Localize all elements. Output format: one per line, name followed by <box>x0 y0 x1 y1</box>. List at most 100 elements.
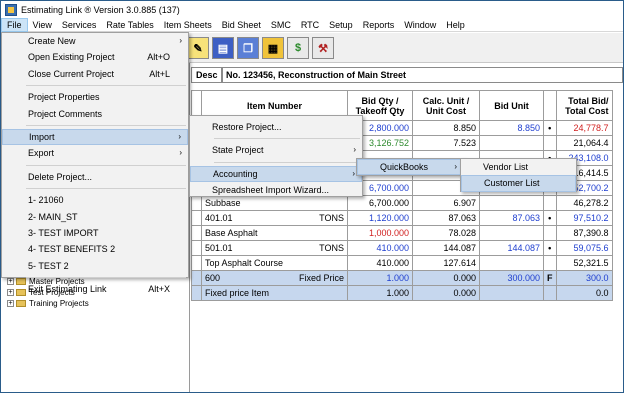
description-bar: Desc No. 123456, Reconstruction of Main … <box>191 67 623 83</box>
menu-item-recent-1[interactable]: 1- 21060 <box>2 192 188 208</box>
table-row[interactable]: 501.01 TONS 410.000 144.087 144.087 • 59,… <box>191 240 613 256</box>
row-selector[interactable] <box>191 210 202 226</box>
menu-item-state-project[interactable]: State Project › <box>190 142 362 158</box>
qty-cell[interactable]: 410.000 <box>347 255 413 271</box>
bid-unit-cell[interactable] <box>479 255 544 271</box>
menu-item-recent-4[interactable]: 4- TEST BENEFITS 2 <box>2 241 188 257</box>
menu-separator <box>26 277 186 279</box>
menu-item-recent-3[interactable]: 3- TEST IMPORT <box>2 225 188 241</box>
flag-cell[interactable] <box>543 225 557 241</box>
total-cell: 87,390.8 <box>555 225 613 241</box>
row-selector[interactable] <box>191 240 202 256</box>
qty-cell[interactable]: 1,120.000 <box>347 210 413 226</box>
item-cell[interactable]: 401.01 TONS <box>201 210 348 226</box>
flag-cell[interactable]: • <box>543 240 557 256</box>
menu-item-export[interactable]: Export › <box>2 145 188 161</box>
menu-window[interactable]: Window <box>399 18 441 32</box>
expand-icon[interactable]: + <box>7 299 14 307</box>
submenu-arrow-icon: › <box>352 168 355 178</box>
table-row[interactable]: Top Asphalt Course 410.000 127.614 52,32… <box>191 255 613 271</box>
bid-unit-cell[interactable]: 87.063 <box>479 210 544 226</box>
menu-item-project-comments[interactable]: Project Comments <box>2 106 188 122</box>
item-cell[interactable]: Top Asphalt Course <box>201 255 348 271</box>
table-row[interactable]: Base Asphalt 1,000.000 78.028 87,390.8 <box>191 225 613 241</box>
qty-cell[interactable]: 1.000 <box>347 270 413 286</box>
menu-item-delete-project[interactable]: Delete Project... <box>2 169 188 185</box>
bid-unit-cell[interactable]: 8.850 <box>479 120 544 136</box>
menu-item-vendor-list[interactable]: Vendor List <box>461 159 576 175</box>
menu-help[interactable]: Help <box>441 18 470 32</box>
menu-reports[interactable]: Reports <box>358 18 400 32</box>
qty-cell[interactable]: 1.000 <box>347 285 413 301</box>
menu-item-create-new[interactable]: Create New › <box>2 33 188 49</box>
import-submenu: Restore Project... State Project › Accoun… <box>189 115 363 197</box>
flag-cell[interactable]: • <box>543 210 557 226</box>
tools-icon[interactable]: ⚒ <box>312 37 334 59</box>
row-selector[interactable] <box>191 285 202 301</box>
menu-item-restore-project[interactable]: Restore Project... <box>190 119 362 135</box>
row-selector[interactable] <box>191 270 202 286</box>
menu-item-quickbooks[interactable]: QuickBooks › <box>357 159 464 176</box>
table-row[interactable]: 401.01 TONS 1,120.000 87.063 87.063 • 97,… <box>191 210 613 226</box>
menu-file[interactable]: File <box>1 17 28 32</box>
bid-unit-cell[interactable] <box>479 285 544 301</box>
menu-item-close-current[interactable]: Close Current Project Alt+L <box>2 66 188 82</box>
menu-rate-tables[interactable]: Rate Tables <box>101 18 158 32</box>
bid-unit-cell[interactable]: 300.000 <box>479 270 544 286</box>
menu-rtc[interactable]: RTC <box>296 18 324 32</box>
flag-cell[interactable] <box>543 135 557 151</box>
menu-separator <box>26 188 186 190</box>
menu-item-project-properties[interactable]: Project Properties <box>2 89 188 105</box>
menu-bar: File View Services Rate Tables Item Shee… <box>1 17 623 32</box>
menu-bid-sheet[interactable]: Bid Sheet <box>217 18 266 32</box>
flag-cell[interactable] <box>543 255 557 271</box>
menu-item-spreadsheet-import[interactable]: Spreadsheet Import Wizard... <box>190 182 362 198</box>
bid-unit-cell[interactable] <box>479 225 544 241</box>
row-selector[interactable] <box>191 255 202 271</box>
table-row[interactable]: 600 Fixed Price 1.000 0.000 300.000 F 300… <box>191 270 613 286</box>
item-cell[interactable]: 501.01 TONS <box>201 240 348 256</box>
menu-item-sheets[interactable]: Item Sheets <box>159 18 217 32</box>
calc-cell: 0.000 <box>412 270 480 286</box>
total-cell: 21,064.4 <box>555 135 613 151</box>
menu-item-open-existing[interactable]: Open Existing Project Alt+O <box>2 49 188 65</box>
menu-item-customer-list[interactable]: Customer List <box>461 175 576 192</box>
menu-item-recent-2[interactable]: 2- MAIN_ST <box>2 209 188 225</box>
menu-smc[interactable]: SMC <box>266 18 296 32</box>
calc-cell: 78.028 <box>412 225 480 241</box>
edit-icon[interactable]: ✎ <box>187 37 209 59</box>
col-header-bid-unit[interactable]: Bid Unit <box>479 90 544 121</box>
item-cell[interactable]: Base Asphalt <box>201 225 348 241</box>
calc-cell: 87.063 <box>412 210 480 226</box>
bid-unit-cell[interactable] <box>479 135 544 151</box>
menu-item-exit[interactable]: Exit Estimating Link Alt+X <box>2 281 188 297</box>
dollar-icon[interactable]: $ <box>287 37 309 59</box>
col-header-calc-unit[interactable]: Calc. Unit / Unit Cost <box>412 90 480 121</box>
bid-unit-cell[interactable]: 144.087 <box>479 240 544 256</box>
item-cell[interactable]: Fixed price Item <box>201 285 348 301</box>
flag-cell[interactable]: F <box>543 270 557 286</box>
book-icon[interactable]: ▤ <box>212 37 234 59</box>
flag-cell[interactable] <box>543 285 557 301</box>
flag-cell[interactable] <box>543 195 557 211</box>
bid-unit-cell[interactable] <box>479 195 544 211</box>
tree-item-training-projects[interactable]: + Training Projects <box>7 298 89 308</box>
table-row[interactable]: Fixed price Item 1.000 0.000 0.0 <box>191 285 613 301</box>
folders-icon[interactable]: ▦ <box>262 37 284 59</box>
menu-item-import[interactable]: Import › <box>2 128 188 146</box>
menu-setup[interactable]: Setup <box>324 18 358 32</box>
qty-cell[interactable]: 410.000 <box>347 240 413 256</box>
menu-services[interactable]: Services <box>57 18 102 32</box>
pages-icon[interactable]: ❐ <box>237 37 259 59</box>
description-field[interactable]: No. 123456, Reconstruction of Main Stree… <box>222 67 623 83</box>
col-header-total[interactable]: Total Bid/Total Cost <box>555 90 613 121</box>
menu-item-accounting[interactable]: Accounting › <box>190 165 362 183</box>
row-selector[interactable] <box>191 225 202 241</box>
menu-separator <box>214 161 360 163</box>
menu-item-recent-5[interactable]: 5- TEST 2 <box>2 258 188 274</box>
bid-sheet-pane: Desc No. 123456, Reconstruction of Main … <box>191 63 623 392</box>
qty-cell[interactable]: 1,000.000 <box>347 225 413 241</box>
item-cell[interactable]: 600 Fixed Price <box>201 270 348 286</box>
menu-view[interactable]: View <box>28 18 57 32</box>
flag-cell[interactable]: • <box>543 120 557 136</box>
